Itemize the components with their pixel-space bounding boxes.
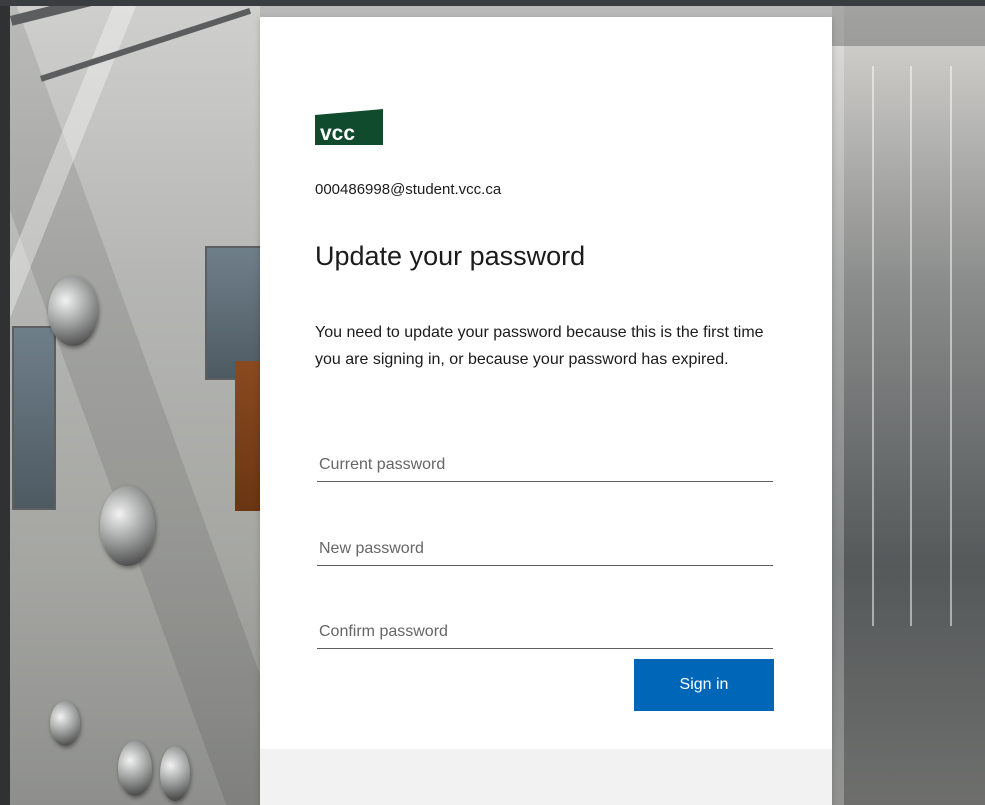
current-password-input[interactable]	[317, 448, 773, 482]
vcc-logo-icon: vcc	[315, 109, 383, 145]
background-window	[205, 246, 264, 380]
vcc-logo: vcc	[315, 109, 383, 145]
update-password-description: You need to update your password because…	[315, 324, 764, 368]
background-beam	[40, 8, 252, 82]
background-convex-mirror	[118, 741, 152, 796]
background-glass-pane	[950, 66, 952, 626]
window-top-border	[0, 0, 985, 6]
background-glass-pane	[872, 66, 874, 626]
background-window	[12, 326, 56, 510]
background-left-atrium	[10, 0, 264, 805]
confirm-password-input[interactable]	[317, 615, 773, 649]
page: vcc 000486998@student.vcc.ca Update your…	[0, 0, 985, 805]
background-convex-mirror	[48, 276, 98, 346]
background-frame	[832, 6, 985, 46]
background-wood-panel	[235, 361, 260, 511]
background-convex-mirror	[50, 701, 80, 746]
card-footer	[260, 749, 832, 805]
background-convex-mirror	[160, 746, 190, 801]
sign-in-button[interactable]: Sign in	[634, 659, 774, 711]
background-glass-pane	[910, 66, 912, 626]
new-password-input[interactable]	[317, 532, 773, 566]
background-right-glass	[832, 6, 985, 805]
sign-in-card: vcc 000486998@student.vcc.ca Update your…	[260, 17, 832, 805]
page-title: Update your password	[315, 241, 586, 271]
background-convex-mirror	[100, 486, 155, 566]
logo-text: vcc	[320, 122, 355, 145]
account-email: 000486998@student.vcc.ca	[315, 181, 502, 198]
window-left-border	[0, 6, 10, 805]
